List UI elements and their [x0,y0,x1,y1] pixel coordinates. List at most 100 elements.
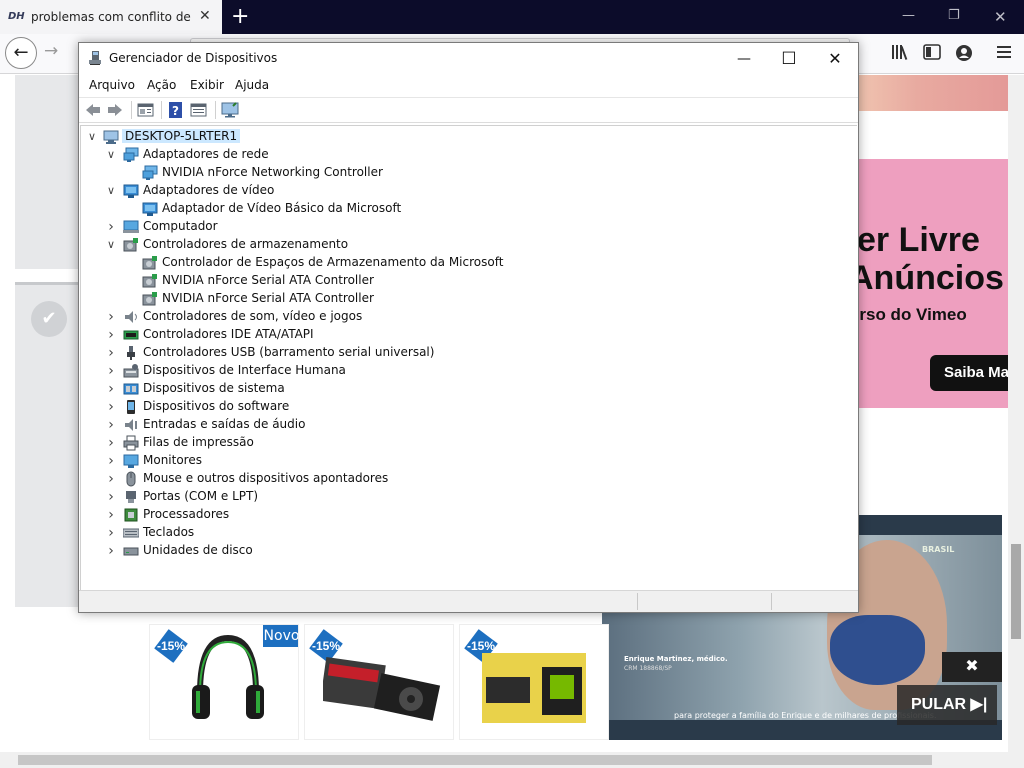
expand-chevron-icon[interactable]: › [104,344,118,362]
menu-icon[interactable] [996,45,1012,59]
device-manager-titlebar[interactable]: Gerenciador de Dispositivos — ☐ ✕ [79,43,858,73]
category-label: Controladores de armazenamento [143,237,349,251]
tree-category[interactable]: › Dispositivos do software [81,398,851,416]
monitor-icon[interactable] [221,102,239,118]
category-label: Adaptadores de vídeo [143,183,275,197]
ad-subheadline: urso do Vimeo [857,305,967,324]
menu-ajuda[interactable]: Ajuda [235,78,269,92]
tree-category[interactable]: › Dispositivos de Interface Humana [81,362,851,380]
expand-chevron-icon[interactable]: › [104,380,118,398]
video-person-crm: CRM 188868/SP [624,665,672,672]
product-card[interactable]: -15% Novo [149,624,299,740]
tree-category[interactable]: › Controladores IDE ATA/ATAPI [81,326,851,344]
expand-chevron-icon[interactable]: › [104,416,118,434]
browser-tab[interactable]: DH problemas com conflito de driv ✕ [0,0,222,34]
keyboard-icon [123,528,139,538]
device-label: NVIDIA nForce Networking Controller [162,165,383,179]
collapse-chevron-icon[interactable]: ∨ [85,128,99,146]
product-card[interactable]: -15% [304,624,454,740]
expand-chevron-icon[interactable]: › [104,506,118,524]
page-vertical-scrollbar[interactable] [1008,75,1024,752]
ad-headline-1: er Livre [857,221,980,259]
tree-category[interactable]: › Filas de impressão [81,434,851,452]
tree-category[interactable]: ∨ Adaptadores de rede [81,146,851,164]
tree-device[interactable]: NVIDIA nForce Networking Controller [81,164,851,182]
minimize-button[interactable]: — [721,46,767,72]
expand-chevron-icon[interactable]: › [104,362,118,380]
tree-category[interactable]: › Controladores USB (barramento serial un… [81,344,851,362]
library-icon[interactable] [891,44,909,60]
tree-category[interactable]: ∨ Adaptadores de vídeo [81,182,851,200]
tree-device[interactable]: NVIDIA nForce Serial ATA Controller [81,272,851,290]
browser-restore-button[interactable]: ❐ [948,8,960,23]
product-card[interactable]: -15% [459,624,609,740]
menu-exibir[interactable]: Exibir [190,78,224,92]
view-icon[interactable] [190,102,208,118]
device-tree[interactable]: ∨ DESKTOP-5LRTER1 ∨ Adaptadores de rede NVID… [80,125,857,590]
menu-arquivo[interactable]: Arquivo [89,78,135,92]
expand-chevron-icon[interactable]: › [104,218,118,236]
forward-button[interactable]: → [44,41,58,61]
browser-close-button[interactable]: ✕ [994,8,1007,26]
collapse-chevron-icon[interactable]: ∨ [104,236,118,254]
page-vertical-scrollbar-thumb[interactable] [1011,544,1021,639]
tab-title: problemas com conflito de driv [31,10,194,24]
back-icon[interactable] [84,102,102,118]
sidebar-icon[interactable] [923,44,941,60]
expand-chevron-icon[interactable]: › [104,470,118,488]
expand-chevron-icon[interactable]: › [104,488,118,506]
properties-icon[interactable] [137,102,155,118]
expand-chevron-icon[interactable]: › [104,308,118,326]
toolbar-separator [161,101,162,119]
category-label: Dispositivos de Interface Humana [143,363,346,377]
tree-device[interactable]: NVIDIA nForce Serial ATA Controller [81,290,851,308]
page-horizontal-scrollbar-thumb[interactable] [18,755,932,765]
collapse-chevron-icon[interactable]: ∨ [104,146,118,164]
tree-category[interactable]: › Monitores [81,452,851,470]
video-close-button[interactable]: ✖ [942,652,1002,682]
expand-chevron-icon[interactable]: › [104,452,118,470]
banner-strip [857,75,1008,111]
collapse-chevron-icon[interactable]: ∨ [104,182,118,200]
tree-category[interactable]: ∨ Controladores de armazenamento [81,236,851,254]
tree-device[interactable]: Controlador de Espaços de Armazenamento … [81,254,851,272]
content-card [15,75,79,269]
expand-chevron-icon[interactable]: › [104,398,118,416]
expand-chevron-icon[interactable]: › [104,524,118,542]
tree-root[interactable]: ∨ DESKTOP-5LRTER1 [81,128,851,146]
tree-category[interactable]: › Portas (COM e LPT) [81,488,851,506]
tab-close-icon[interactable]: ✕ [199,8,211,24]
expand-chevron-icon[interactable]: › [104,434,118,452]
forward-icon[interactable] [106,102,124,118]
discount-badge: -15% [152,627,190,665]
ad-cta-button[interactable]: Saiba Ma [930,355,1008,391]
tree-category[interactable]: › Teclados [81,524,851,542]
tree-category[interactable]: › Unidades de disco [81,542,851,560]
tree-category[interactable]: › Dispositivos de sistema [81,380,851,398]
tree-category[interactable]: › Processadores [81,506,851,524]
menu-acao[interactable]: Ação [147,78,176,92]
category-label: Controladores USB (barramento serial uni… [143,345,435,359]
tree-category[interactable]: › Entradas e saídas de áudio [81,416,851,434]
maximize-button[interactable]: ☐ [766,46,812,72]
video-skip-button[interactable]: PULAR ▶| [897,685,997,725]
tree-category[interactable]: › Mouse e outros dispositivos apontadores [81,470,851,488]
browser-minimize-button[interactable]: — [902,8,915,23]
back-button[interactable]: ← [5,37,37,69]
expand-chevron-icon[interactable]: › [104,542,118,560]
new-tab-button[interactable]: + [231,4,249,29]
close-button[interactable]: ✕ [812,46,858,72]
tree-category[interactable]: › Computador [81,218,851,236]
svg-text:?: ? [172,104,179,118]
category-label: Mouse e outros dispositivos apontadores [143,471,389,485]
device-manager-window[interactable]: Gerenciador de Dispositivos — ☐ ✕ Arquiv… [78,42,859,613]
account-icon[interactable] [955,44,973,62]
tree-device[interactable]: Adaptador de Vídeo Básico da Microsoft [81,200,851,218]
category-label: Monitores [143,453,202,467]
video-mask [830,615,925,685]
help-icon[interactable]: ? [167,102,185,118]
tree-category[interactable]: › Controladores de som, vídeo e jogos [81,308,851,326]
pink-ad-banner[interactable]: er Livre Anúncios urso do Vimeo Saiba Ma [857,159,1008,408]
toolbar-separator [215,101,216,119]
expand-chevron-icon[interactable]: › [104,326,118,344]
